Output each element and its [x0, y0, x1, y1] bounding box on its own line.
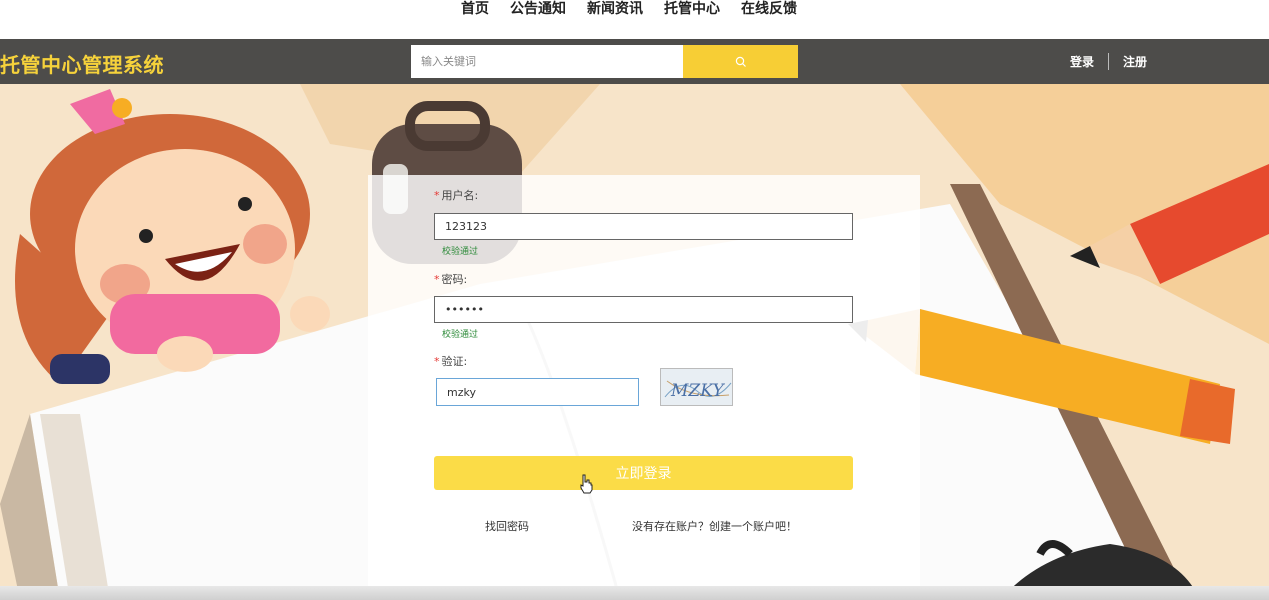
search-icon	[735, 56, 746, 67]
captcha-graphic: MZKY	[664, 380, 732, 401]
username-validation-status: 校验通过	[442, 247, 479, 257]
nav-item-feedback[interactable]: 在线反馈	[741, 0, 797, 18]
password-label: * 密码:	[434, 271, 467, 287]
username-label-text: 用户名:	[441, 189, 479, 202]
nav-item-news[interactable]: 新闻资讯	[587, 0, 643, 18]
hand-cursor-icon	[580, 474, 593, 494]
captcha-label: * 验证:	[434, 353, 467, 369]
site-title: 托管中心管理系统	[0, 53, 164, 77]
captcha-image[interactable]: MZKY	[660, 368, 733, 406]
required-mark: *	[434, 273, 440, 286]
top-navigation: 首页 公告通知 新闻资讯 托管中心 在线反馈	[0, 0, 1269, 38]
nav-item-announcements[interactable]: 公告通知	[510, 0, 566, 18]
create-account-link[interactable]: 没有存在账户？创建一个账户吧！	[632, 518, 797, 534]
password-input[interactable]	[434, 296, 853, 323]
username-label: * 用户名:	[434, 187, 478, 203]
search-bar	[411, 45, 798, 78]
username-input[interactable]	[434, 213, 853, 240]
password-label-text: 密码:	[441, 273, 468, 286]
captcha-label-text: 验证:	[441, 355, 468, 368]
register-link[interactable]: 注册	[1123, 53, 1147, 70]
nav-item-care-center[interactable]: 托管中心	[664, 0, 720, 18]
bottom-bar	[0, 586, 1269, 600]
captcha-input[interactable]	[436, 378, 639, 406]
captcha-text: MZKY	[670, 381, 725, 401]
search-button[interactable]	[683, 45, 798, 78]
required-mark: *	[434, 189, 440, 202]
auth-divider	[1108, 53, 1110, 70]
nav-list: 首页 公告通知 新闻资讯 托管中心 在线反馈	[461, 0, 818, 18]
login-link[interactable]: 登录	[1070, 53, 1094, 70]
password-validation-status: 校验通过	[442, 330, 479, 340]
search-input[interactable]	[411, 45, 683, 78]
header-bar: 托管中心管理系统 登录 注册	[0, 39, 1269, 84]
nav-item-home[interactable]: 首页	[461, 0, 489, 18]
forgot-password-link[interactable]: 找回密码	[485, 518, 529, 534]
required-mark: *	[434, 355, 440, 368]
login-submit-button[interactable]: 立即登录	[434, 456, 853, 490]
auth-links: 登录 注册	[1070, 53, 1147, 70]
